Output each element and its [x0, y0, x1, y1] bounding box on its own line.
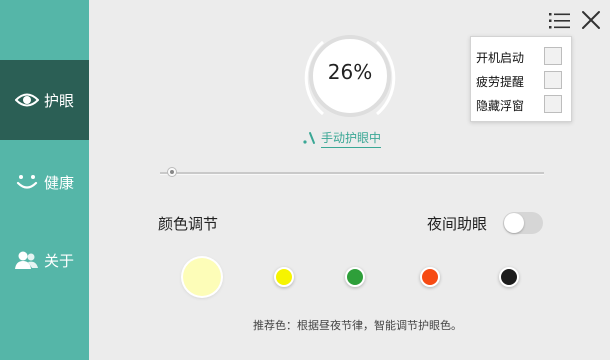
- night-mode-toggle[interactable]: [503, 212, 543, 234]
- menu-item-autostart[interactable]: 开机启动: [476, 46, 568, 68]
- menu-item-fatigue-reminder[interactable]: 疲劳提醒: [476, 70, 568, 92]
- close-button[interactable]: [579, 8, 603, 32]
- eye-icon: [14, 90, 39, 110]
- sidebar-item-about[interactable]: 关于: [0, 220, 89, 300]
- toggle-thumb: [504, 213, 524, 233]
- sidebar: 护眼 健康 关于: [0, 0, 89, 360]
- smile-icon: [15, 172, 39, 192]
- autostart-checkbox[interactable]: [544, 47, 562, 65]
- menu-item-label: 开机启动: [476, 50, 525, 65]
- menu-item-label: 隐藏浮窗: [476, 98, 525, 113]
- close-icon: [582, 11, 600, 29]
- recommendation-hint: 推荐色：根据昼夜节律，智能调节护眼色。: [253, 319, 462, 332]
- color-swatch[interactable]: [274, 267, 294, 287]
- menu-item-label: 疲劳提醒: [476, 74, 525, 89]
- eye-care-slider[interactable]: [160, 167, 544, 179]
- eye-care-level-gauge: 26%: [297, 30, 403, 122]
- sidebar-item-label: 关于: [43, 251, 74, 270]
- menu-item-hide-float[interactable]: 隐藏浮窗: [476, 94, 568, 116]
- color-swatch[interactable]: [499, 267, 519, 287]
- slider-track: [160, 172, 544, 175]
- settings-dropdown: 开机启动 疲劳提醒 隐藏浮窗: [470, 36, 572, 122]
- fatigue-reminder-checkbox[interactable]: [544, 71, 562, 89]
- app-window: 护眼 健康 关于 26% 手动护眼中 颜色调节 夜间助眼 推荐色：根据昼夜节律，…: [0, 0, 610, 360]
- menu-button[interactable]: [548, 10, 572, 32]
- sidebar-item-eye-care[interactable]: 护眼: [0, 60, 89, 140]
- color-swatch-selected[interactable]: [183, 258, 221, 296]
- list-menu-icon: [549, 13, 570, 29]
- night-mode-label: 夜间助眼: [427, 215, 488, 233]
- eye-care-percent: 26%: [327, 60, 373, 84]
- hide-float-checkbox[interactable]: [544, 95, 562, 113]
- hand-mode-icon: [303, 132, 315, 144]
- slider-knob[interactable]: [167, 167, 177, 177]
- mode-status[interactable]: 手动护眼中: [303, 128, 382, 148]
- sidebar-item-label: 健康: [43, 173, 74, 192]
- users-icon: [14, 250, 39, 270]
- color-swatch[interactable]: [345, 267, 365, 287]
- mode-status-text: 手动护眼中: [321, 129, 382, 148]
- color-adjust-label: 颜色调节: [158, 215, 219, 233]
- sidebar-item-label: 护眼: [43, 91, 74, 110]
- sidebar-item-health[interactable]: 健康: [0, 142, 89, 222]
- color-swatch[interactable]: [420, 267, 440, 287]
